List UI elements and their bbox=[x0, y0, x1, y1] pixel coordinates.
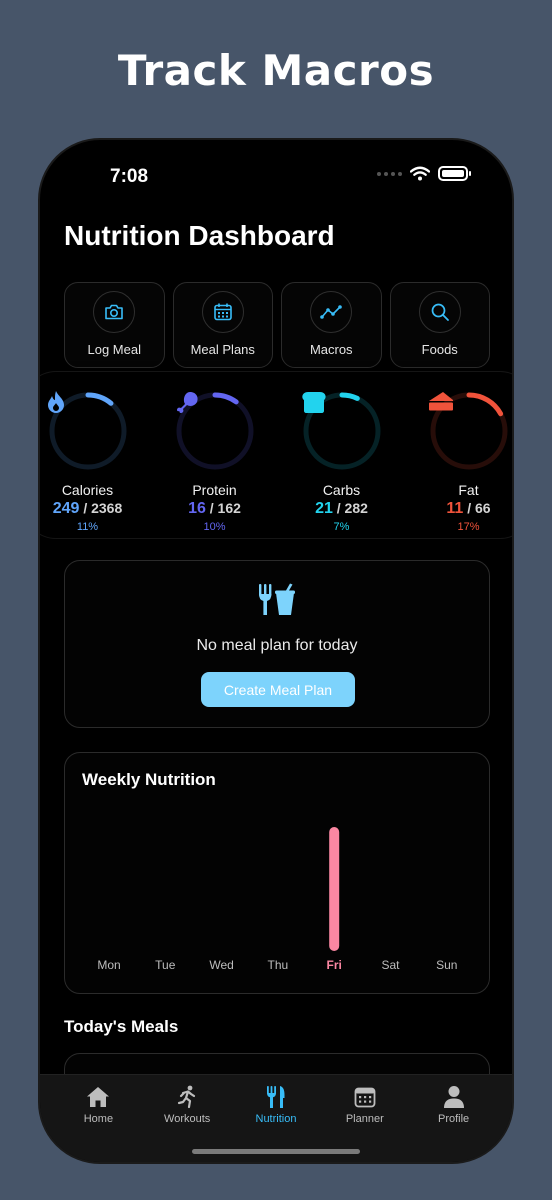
status-bar: 7:08 bbox=[40, 164, 512, 190]
camera-icon bbox=[105, 304, 124, 320]
meal-plans-button[interactable]: Meal Plans bbox=[172, 282, 273, 368]
cheese-icon bbox=[428, 392, 453, 411]
empty-meal-plan-message: No meal plan for today bbox=[196, 637, 358, 654]
fat-ring bbox=[428, 390, 510, 472]
tab-profile[interactable]: Profile bbox=[414, 1083, 494, 1125]
meal-plan-card: No meal plan for today Create Meal Plan bbox=[64, 560, 490, 728]
weekly-chart: Mon Tue Wed Thu Fri Sat Sun bbox=[97, 827, 457, 972]
tab-planner-label: Planner bbox=[345, 1113, 384, 1125]
phone-frame: 7:08 Nutrition Dashboard Log Meal Meal P… bbox=[38, 138, 514, 1164]
weekly-tick-mon: Mon bbox=[97, 958, 120, 972]
search-icon bbox=[431, 303, 449, 321]
home-icon bbox=[87, 1087, 110, 1107]
tab-home-label: Home bbox=[83, 1113, 114, 1125]
fat-current: 11 bbox=[446, 500, 464, 517]
macro-protein[interactable]: Protein 16 / 162 10% bbox=[151, 372, 278, 538]
calories-ring bbox=[47, 390, 129, 472]
calories-label: Calories bbox=[61, 482, 114, 498]
utensils-icon bbox=[266, 1086, 285, 1108]
quick-actions: Log Meal Meal Plans Macros Foods bbox=[64, 282, 490, 368]
tab-bar: Home Workouts Nutrition Planner Profile bbox=[40, 1074, 512, 1162]
tab-nutrition-label: Nutrition bbox=[255, 1113, 297, 1125]
todays-meals-title: Today's Meals bbox=[64, 1017, 179, 1036]
flame-icon bbox=[47, 391, 64, 413]
fat-label: Fat bbox=[458, 482, 479, 498]
weekly-tick-sun: Sun bbox=[436, 958, 457, 972]
weekly-tick-tue: Tue bbox=[155, 958, 176, 972]
weekly-bar-fri[interactable] bbox=[329, 827, 340, 951]
page-title: Nutrition Dashboard bbox=[64, 220, 335, 251]
tab-home[interactable]: Home bbox=[58, 1083, 138, 1125]
weekly-tick-sat: Sat bbox=[381, 958, 400, 972]
log-meal-label: Log Meal bbox=[87, 342, 141, 357]
calories-percent: 11% bbox=[76, 521, 99, 533]
status-time: 7:08 bbox=[110, 166, 149, 187]
planner-icon bbox=[354, 1087, 376, 1108]
protein-goal: / 162 bbox=[209, 500, 241, 516]
tab-planner[interactable]: Planner bbox=[325, 1083, 405, 1125]
drumstick-icon bbox=[176, 392, 198, 413]
weekly-tick-thu: Thu bbox=[268, 958, 289, 972]
profile-icon bbox=[443, 1086, 464, 1108]
tab-nutrition[interactable]: Nutrition bbox=[236, 1083, 316, 1125]
protein-current: 16 bbox=[188, 500, 206, 517]
wifi-icon bbox=[410, 166, 430, 181]
promo-headline: Track Macros bbox=[117, 46, 435, 95]
signal-icon bbox=[377, 171, 402, 176]
fat-goal: / 66 bbox=[467, 500, 491, 516]
bread-icon bbox=[301, 392, 326, 413]
weekly-tick-fri: Fri bbox=[327, 958, 342, 972]
tab-workouts[interactable]: Workouts bbox=[147, 1083, 227, 1125]
macros-button[interactable]: Macros bbox=[281, 282, 382, 368]
utensils-drink-icon bbox=[259, 583, 295, 615]
carbs-current: 21 bbox=[315, 500, 333, 517]
carbs-percent: 7% bbox=[333, 521, 350, 533]
foods-button[interactable]: Foods bbox=[389, 282, 490, 368]
macro-summary-card: Calories 249 / 2368 11% Protein 16 / 162… bbox=[40, 372, 512, 538]
weekly-tick-wed: Wed bbox=[209, 958, 233, 972]
carbs-ring bbox=[301, 390, 383, 472]
home-indicator bbox=[192, 1149, 360, 1154]
calendar-icon bbox=[213, 303, 232, 321]
macro-calories[interactable]: Calories 249 / 2368 11% bbox=[40, 372, 151, 538]
calories-goal: / 2368 bbox=[83, 500, 123, 516]
macro-fat[interactable]: Fat 11 / 66 17% bbox=[405, 372, 512, 538]
calories-current: 249 bbox=[52, 500, 80, 517]
protein-ring bbox=[174, 390, 256, 472]
runner-icon bbox=[178, 1085, 196, 1109]
battery-icon bbox=[438, 166, 471, 181]
tab-workouts-label: Workouts bbox=[164, 1113, 211, 1125]
protein-label: Protein bbox=[192, 482, 237, 498]
protein-percent: 10% bbox=[203, 521, 226, 533]
fat-percent: 17% bbox=[457, 521, 480, 533]
macros-label: Macros bbox=[309, 342, 353, 357]
trend-icon bbox=[320, 305, 343, 319]
meal-plans-label: Meal Plans bbox=[190, 342, 255, 357]
weekly-nutrition-card: Weekly Nutrition Mon Tue Wed Thu Fri Sat Sun bbox=[64, 752, 490, 994]
foods-label: Foods bbox=[421, 342, 458, 357]
carbs-label: Carbs bbox=[322, 482, 361, 498]
log-meal-button[interactable]: Log Meal bbox=[64, 282, 165, 368]
create-meal-plan-button[interactable]: Create Meal Plan bbox=[201, 672, 355, 707]
tab-profile-label: Profile bbox=[437, 1113, 470, 1125]
carbs-goal: / 282 bbox=[336, 500, 368, 516]
macro-carbs[interactable]: Carbs 21 / 282 7% bbox=[278, 372, 405, 538]
